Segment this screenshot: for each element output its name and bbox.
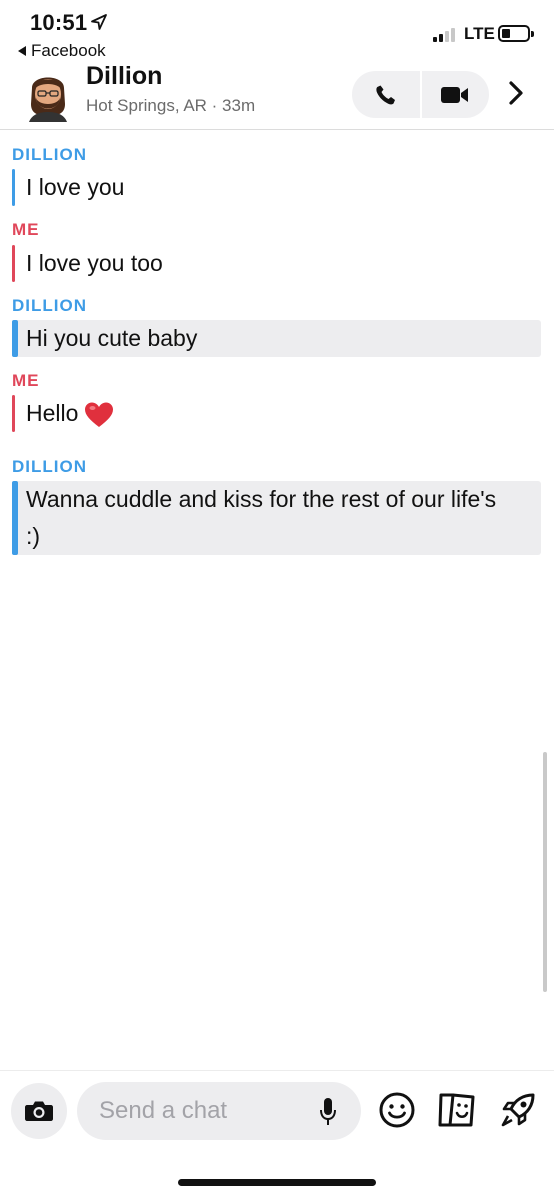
video-call-button[interactable] [422,71,490,118]
message-text: Hello [26,400,79,426]
message-bubble-saved[interactable]: Wanna cuddle and kiss for the rest of ou… [12,481,541,555]
chat-input[interactable] [99,1082,299,1140]
back-triangle-icon [18,46,26,56]
camera-button[interactable] [11,1083,67,1139]
call-button-group [352,71,489,118]
stickers-icon[interactable] [437,1091,477,1129]
voice-call-button[interactable] [352,71,420,118]
sender-label: ME [12,371,40,390]
camera-icon [25,1101,53,1121]
sender-label: DILLION [12,457,87,476]
header-divider [0,129,554,130]
video-icon [441,86,469,103]
rocket-icon[interactable] [499,1091,537,1129]
contact-name[interactable]: Dillion [86,62,162,91]
battery-icon [498,25,534,42]
message-bubble-saved[interactable]: Hi you cute baby [12,320,541,357]
message-text: Wanna cuddle and kiss for the rest of ou… [26,486,497,549]
network-label: LTE [464,24,495,43]
sender-label: DILLION [12,145,87,164]
back-to-app-link[interactable]: Facebook [18,41,106,61]
location-arrow-icon [91,14,107,30]
message-text: I love you [26,174,125,200]
sender-label: ME [12,220,40,239]
message-bubble[interactable]: I love you [12,169,541,206]
composer-divider [0,1070,554,1071]
message-bubble[interactable]: I love you too [12,245,541,282]
chevron-right-icon[interactable] [508,80,524,106]
heart-emoji [85,402,114,427]
message-bubble[interactable]: Hello [12,395,541,432]
home-indicator[interactable] [178,1179,376,1186]
back-app-label: Facebook [31,41,106,60]
sender-label: DILLION [12,296,87,315]
phone-icon [376,85,395,104]
mic-icon[interactable] [319,1097,337,1127]
scrollbar[interactable] [543,752,547,992]
contact-location: Hot Springs, AR · 33m [86,96,256,115]
signal-icon [433,26,455,42]
message-text: Hi you cute baby [26,325,198,351]
status-time: 10:51 [30,10,88,35]
smiley-icon[interactable] [378,1091,416,1129]
chat-input-container[interactable] [77,1082,361,1140]
avatar[interactable] [24,68,72,122]
message-text: I love you too [26,250,163,276]
